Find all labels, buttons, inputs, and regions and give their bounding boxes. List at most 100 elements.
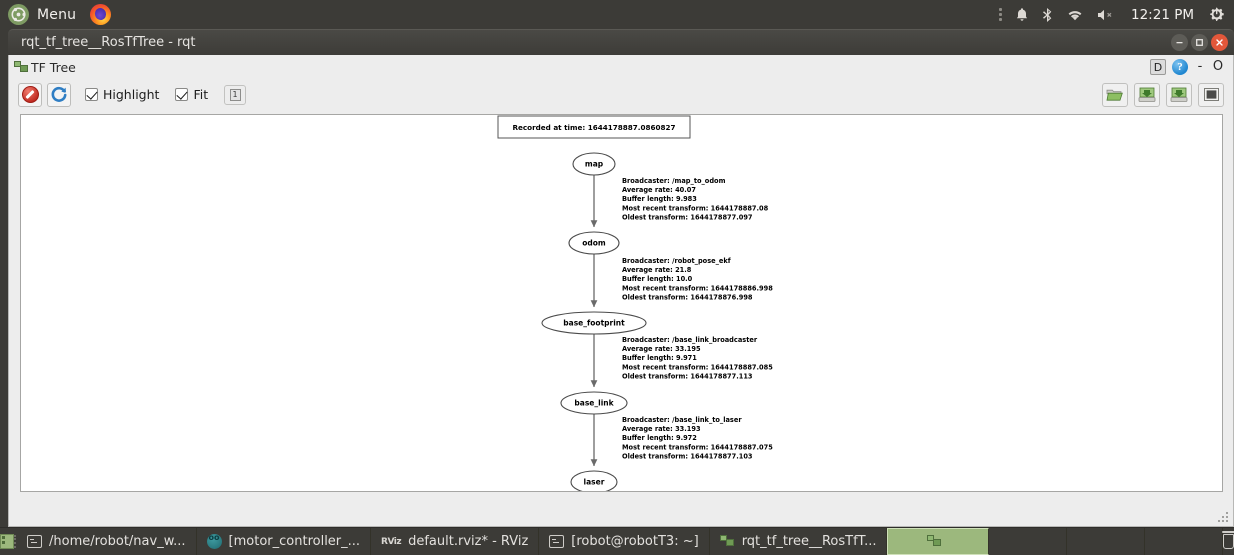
system-tray: 12:21 PM <box>999 0 1234 29</box>
zoom-reset-button[interactable]: 1 <box>224 84 247 105</box>
tf-edge-label: Broadcaster: /robot_pose_ekfAverage rate… <box>622 257 773 301</box>
tf-frame-node[interactable]: laser <box>570 470 618 492</box>
save-image-button[interactable] <box>1166 82 1192 107</box>
power-gear-icon[interactable] <box>1209 0 1225 29</box>
tf-graph[interactable]: Recorded at time: 1644178887.0860827 Broa… <box>21 115 1223 492</box>
tf-edge-label-line: Buffer length: 9.972 <box>622 434 697 442</box>
window-titlebar[interactable]: rqt_tf_tree__RosTfTree - rqt <box>8 29 1234 55</box>
taskbar-empty-slot <box>1067 528 1146 555</box>
clock[interactable]: 12:21 PM <box>1129 0 1196 29</box>
tf-edge-label-line: Broadcaster: /base_link_to_laser <box>622 416 742 424</box>
window-title: rqt_tf_tree__RosTfTree - rqt <box>21 35 196 50</box>
menu-group[interactable]: Menu <box>0 4 112 25</box>
taskbar-item-3[interactable]: [robot@robotT3: ~] <box>539 528 710 555</box>
tf-frame-node[interactable]: base_link <box>560 391 628 415</box>
trash-icon[interactable] <box>1222 528 1234 555</box>
tf-edge-label-line: Most recent transform: 1644178886.998 <box>622 284 773 292</box>
window-content: TF Tree D ? - O Highlight Fit 1 Recorded… <box>8 55 1234 527</box>
zoom-level-label: 1 <box>229 88 241 101</box>
refresh-icon <box>50 86 68 104</box>
refresh-button[interactable] <box>47 82 71 107</box>
tf-frame-node[interactable]: base_footprint <box>541 311 647 335</box>
taskbar-item-label: [robot@robotT3: ~] <box>571 534 699 549</box>
window-buttons <box>1171 34 1228 51</box>
wifi-icon[interactable] <box>1066 0 1084 29</box>
tf-edge-label-line: Most recent transform: 1644178887.085 <box>622 363 773 371</box>
taskbar-item-2[interactable]: RViz default.rviz* - RViz <box>371 528 540 555</box>
fit-checkbox-label: Fit <box>193 87 209 102</box>
taskbar-task-list: /home/robot/nav_w... [motor_controller_..… <box>17 528 1224 555</box>
taskbar-item-5[interactable] <box>887 528 990 555</box>
load-dot-button[interactable] <box>1102 82 1128 107</box>
tf-frame-label: odom <box>582 239 606 248</box>
minimize-icon[interactable] <box>1171 34 1188 51</box>
tf-edge-label-line: Oldest transform: 1644178877.113 <box>622 372 753 380</box>
gazebo-icon <box>206 533 222 549</box>
tf-edge-label-line: Average rate: 33.193 <box>622 425 701 433</box>
taskbar-item-4[interactable]: rqt_tf_tree__RosTfT... <box>710 528 888 555</box>
recorded-time-label: Recorded at time: 1644178887.0860827 <box>513 123 676 132</box>
stop-refresh-button[interactable] <box>18 82 42 107</box>
taskbar-item-0[interactable]: /home/robot/nav_w... <box>17 528 197 555</box>
save-dot-button[interactable] <box>1134 82 1160 107</box>
tf-edge-label-line: Oldest transform: 1644178877.103 <box>622 452 753 460</box>
firefox-icon[interactable] <box>90 4 112 25</box>
tf-frame-label: base_footprint <box>563 319 625 328</box>
taskbar-item-label: rqt_tf_tree__RosTfT... <box>741 534 877 549</box>
dock-widget-controls: D ? - O <box>1150 59 1233 75</box>
tf-edge-label: Broadcaster: /base_link_broadcasterAvera… <box>622 336 773 380</box>
tf-frame-label: laser <box>584 478 605 487</box>
image-square-icon <box>1203 88 1219 101</box>
taskbar-empty-slot <box>989 528 1068 555</box>
dock-detach-button[interactable]: D <box>1150 59 1166 75</box>
rqt-plugin-icon <box>927 534 942 549</box>
tf-edge-label-line: Average rate: 40.07 <box>622 186 696 194</box>
tf-edge-label-line: Buffer length: 9.983 <box>622 195 697 203</box>
maximize-icon[interactable] <box>1191 34 1208 51</box>
terminal-icon <box>27 535 42 548</box>
indicator-dots-icon[interactable] <box>999 0 1002 29</box>
highlight-checkbox-label: Highlight <box>103 87 160 102</box>
taskbar: /home/robot/nav_w... [motor_controller_..… <box>0 527 1234 555</box>
highlight-checkbox[interactable]: Highlight <box>85 87 159 102</box>
close-icon[interactable] <box>1211 34 1228 51</box>
tf-tree-graph-canvas[interactable]: Recorded at time: 1644178887.0860827 Broa… <box>20 114 1223 492</box>
no-entry-icon <box>21 86 39 103</box>
tf-edge-label-line: Buffer length: 10.0 <box>622 275 693 283</box>
save-as-image-button[interactable] <box>1198 82 1224 107</box>
resize-grip[interactable] <box>1218 512 1230 524</box>
top-system-panel: Menu 12:21 PM <box>0 0 1234 29</box>
help-icon[interactable]: ? <box>1172 59 1188 75</box>
ubuntu-logo-icon[interactable] <box>8 4 29 25</box>
tf-frame-node[interactable]: map <box>572 152 616 176</box>
terminal-icon <box>549 535 565 548</box>
tf-edge-label: Broadcaster: /base_link_to_laserAverage … <box>622 416 773 460</box>
taskbar-empty-slot <box>1145 528 1224 555</box>
dock-minimize-button[interactable]: - <box>1194 60 1206 74</box>
volume-muted-icon[interactable] <box>1097 0 1116 29</box>
fit-checkbox-box[interactable] <box>175 88 189 101</box>
tf-frame-node[interactable]: odom <box>568 231 620 255</box>
tf-edge-label: Broadcaster: /map_to_odomAverage rate: 4… <box>622 177 769 221</box>
highlight-checkbox-box[interactable] <box>85 88 98 101</box>
fit-checkbox[interactable]: Fit <box>175 87 208 102</box>
dock-close-button[interactable]: O <box>1212 60 1224 74</box>
menu-label[interactable]: Menu <box>37 7 76 23</box>
tf-edge-label-line: Oldest transform: 1644178877.097 <box>622 213 753 221</box>
show-desktop-icon[interactable] <box>0 528 14 555</box>
taskbar-item-label: /home/robot/nav_w... <box>49 534 186 549</box>
bell-icon[interactable] <box>1015 0 1029 29</box>
save-green-icon <box>1170 87 1188 102</box>
tf-edge-label-line: Most recent transform: 1644178887.08 <box>622 204 769 212</box>
taskbar-item-label: [motor_controller_... <box>228 534 361 549</box>
tf-frame-label: map <box>585 160 604 169</box>
tf-edge-label-line: Average rate: 33.195 <box>622 345 701 353</box>
rqt-application-window: rqt_tf_tree__RosTfTree - rqt TF Tree D ?… <box>8 29 1234 527</box>
dock-title-label: TF Tree <box>31 59 76 75</box>
bluetooth-icon[interactable] <box>1042 0 1053 29</box>
tf-edge-label-line: Broadcaster: /base_link_broadcaster <box>622 336 758 344</box>
dock-title-group: TF Tree <box>9 60 76 75</box>
folder-open-icon <box>1106 89 1123 101</box>
tf-tree-toolbar: Highlight Fit 1 <box>9 79 1233 110</box>
taskbar-item-1[interactable]: [motor_controller_... <box>197 528 372 555</box>
